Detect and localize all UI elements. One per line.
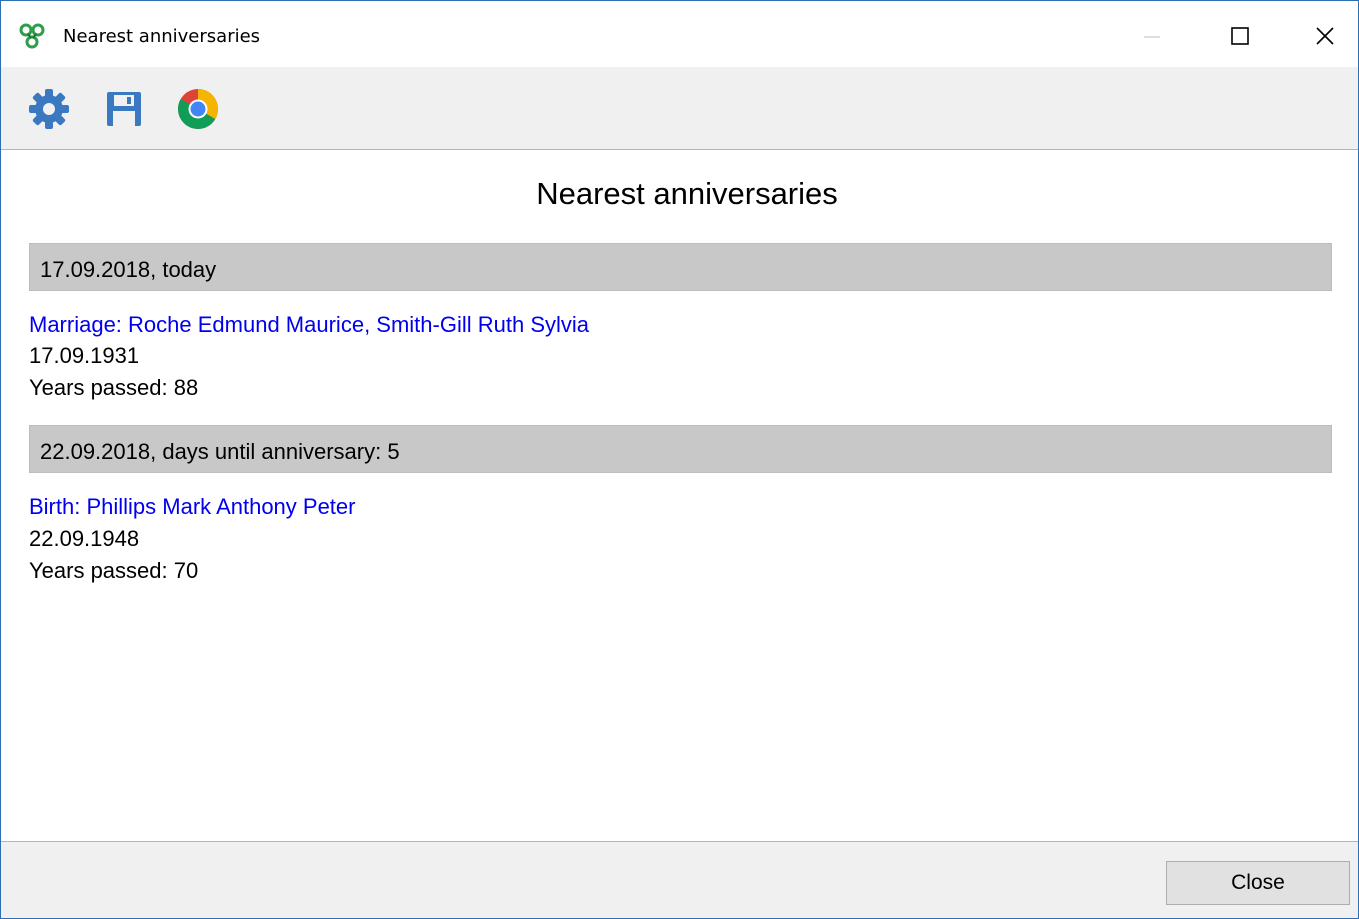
close-icon: [1316, 27, 1334, 45]
report-content: Nearest anniversaries 17.09.2018, today …: [1, 150, 1358, 841]
person-link[interactable]: Smith-Gill Ruth Sylvia: [376, 312, 589, 337]
maximize-button[interactable]: [1217, 11, 1263, 61]
report-title: Nearest anniversaries: [536, 176, 838, 211]
save-icon: [107, 92, 141, 126]
date-group-header: 17.09.2018, today: [29, 243, 1332, 291]
event-type-label: Marriage:: [29, 312, 129, 337]
settings-button[interactable]: [25, 85, 73, 133]
years-passed: Years passed: 70: [29, 558, 199, 583]
gear-icon: [29, 89, 69, 129]
app-logo-icon: [19, 23, 45, 49]
chrome-icon: [178, 89, 218, 129]
title-bar: Nearest anniversaries: [1, 1, 1358, 67]
event-date: 22.09.1948: [29, 526, 140, 551]
window-close-button[interactable]: [1302, 11, 1348, 61]
open-in-browser-button[interactable]: [174, 85, 222, 133]
close-button[interactable]: Close: [1166, 861, 1350, 905]
minimize-button[interactable]: [1129, 11, 1175, 61]
separator: ,: [364, 312, 377, 337]
person-link[interactable]: Phillips Mark Anthony Peter: [86, 494, 355, 519]
minimize-icon: [1144, 36, 1160, 38]
maximize-icon: [1231, 27, 1249, 45]
anniversaries-window: Nearest anniversaries Nearest anniversar…: [0, 0, 1359, 919]
event-title: Marriage: Roche Edmund Maurice, Smith-Gi…: [29, 312, 589, 338]
years-passed: Years passed: 88: [29, 375, 199, 400]
save-button[interactable]: [100, 85, 148, 133]
event-type-label: Birth:: [29, 494, 87, 519]
date-group-label: 22.09.2018, days until anniversary: 5: [40, 439, 400, 464]
date-group-header: 22.09.2018, days until anniversary: 5: [29, 425, 1332, 473]
toolbar: [1, 67, 1358, 150]
window-title: Nearest anniversaries: [63, 26, 261, 47]
event-date: 17.09.1931: [29, 343, 140, 368]
person-link[interactable]: Roche Edmund Maurice: [128, 312, 364, 337]
dialog-footer: Close: [1, 841, 1358, 918]
event-title: Birth: Phillips Mark Anthony Peter: [29, 494, 356, 520]
date-group-label: 17.09.2018, today: [40, 257, 217, 282]
